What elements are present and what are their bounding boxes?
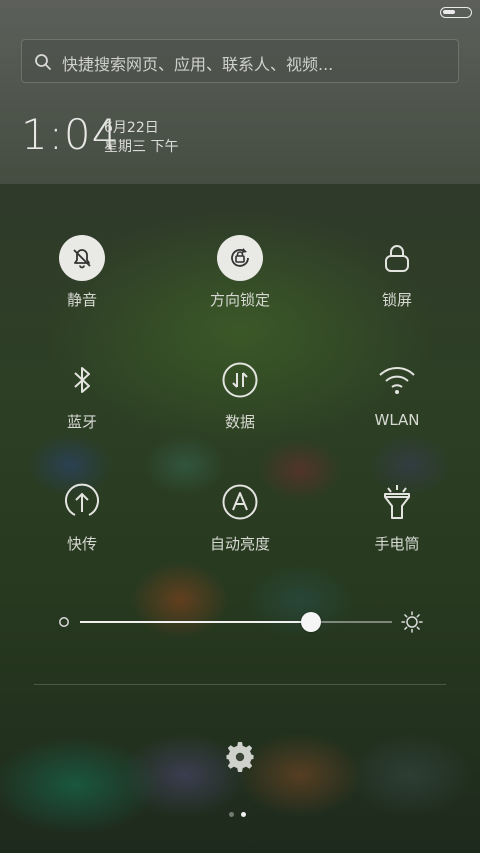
toggle-transfer-icon-bg [59,479,105,525]
toggle-bluetooth[interactable]: 蓝牙 [22,357,142,432]
brightness-low-icon [59,617,69,627]
toggle-mute-icon-bg [59,235,105,281]
toggle-bluetooth-label: 蓝牙 [66,413,97,431]
toggle-mute[interactable]: 静音 [22,235,142,310]
toggle-wlan-label: WLAN [374,411,420,429]
toggle-data-label: 数据 [224,413,255,431]
date-text[interactable]: 6月22日 [104,117,159,137]
divider [34,684,446,685]
page-dot-1 [229,812,234,817]
toggle-flashlight-label: 手电筒 [374,535,420,553]
search-placeholder: 快捷搜索网页、应用、联系人、视频... [62,55,334,74]
transfer-icon [65,483,99,516]
toggle-transfer-label: 快传 [66,535,97,553]
toggle-wlan[interactable]: WLAN [337,357,457,429]
wifi-icon [379,366,415,394]
toggle-lock-icon-bg [374,235,420,281]
toggle-rotation-icon-bg [217,235,263,281]
battery-level [443,10,455,14]
lock-icon [385,245,409,272]
settings-gear-icon[interactable] [225,742,255,772]
brightness-thumb[interactable] [300,612,321,632]
toggle-autobright-label: 自动亮度 [209,535,270,553]
toggle-rotation-label: 方向锁定 [209,291,270,309]
toggle-flashlight[interactable]: 手电筒 [337,479,457,554]
toggle-lock-label: 锁屏 [381,291,412,309]
flashlight-icon [384,485,410,519]
page-indicator [229,812,246,817]
toggle-autobright-icon-bg [217,479,263,525]
brightness-fill [80,621,311,623]
toggle-mobile-data[interactable]: 数据 [180,357,300,432]
toggle-quick-transfer[interactable]: 快传 [22,479,142,554]
rotation-lock-icon [231,248,249,267]
toggle-flashlight-icon-bg [374,479,420,525]
toggle-data-icon-bg [217,357,263,403]
brightness-high-icon [401,611,423,633]
bell-off-icon [73,249,91,269]
search-icon [35,54,51,70]
toggle-lock-screen[interactable]: 锁屏 [337,235,457,310]
toggle-bluetooth-icon-bg [59,357,105,403]
bluetooth-icon [74,367,90,393]
toggle-mute-label: 静音 [66,291,97,309]
page-dot-2 [241,812,246,817]
battery-icon [440,7,472,18]
weekday-text[interactable]: 星期三 下午 [104,136,178,156]
toggle-auto-brightness[interactable]: 自动亮度 [180,479,300,554]
brightness-slider[interactable] [56,608,428,636]
auto-brightness-icon [222,484,258,520]
search-bar[interactable]: 快捷搜索网页、应用、联系人、视频... [21,39,459,83]
toggle-wlan-icon-bg [374,357,420,403]
toggle-rotation-lock[interactable]: 方向锁定 [180,235,300,310]
mobile-data-icon [222,362,258,398]
